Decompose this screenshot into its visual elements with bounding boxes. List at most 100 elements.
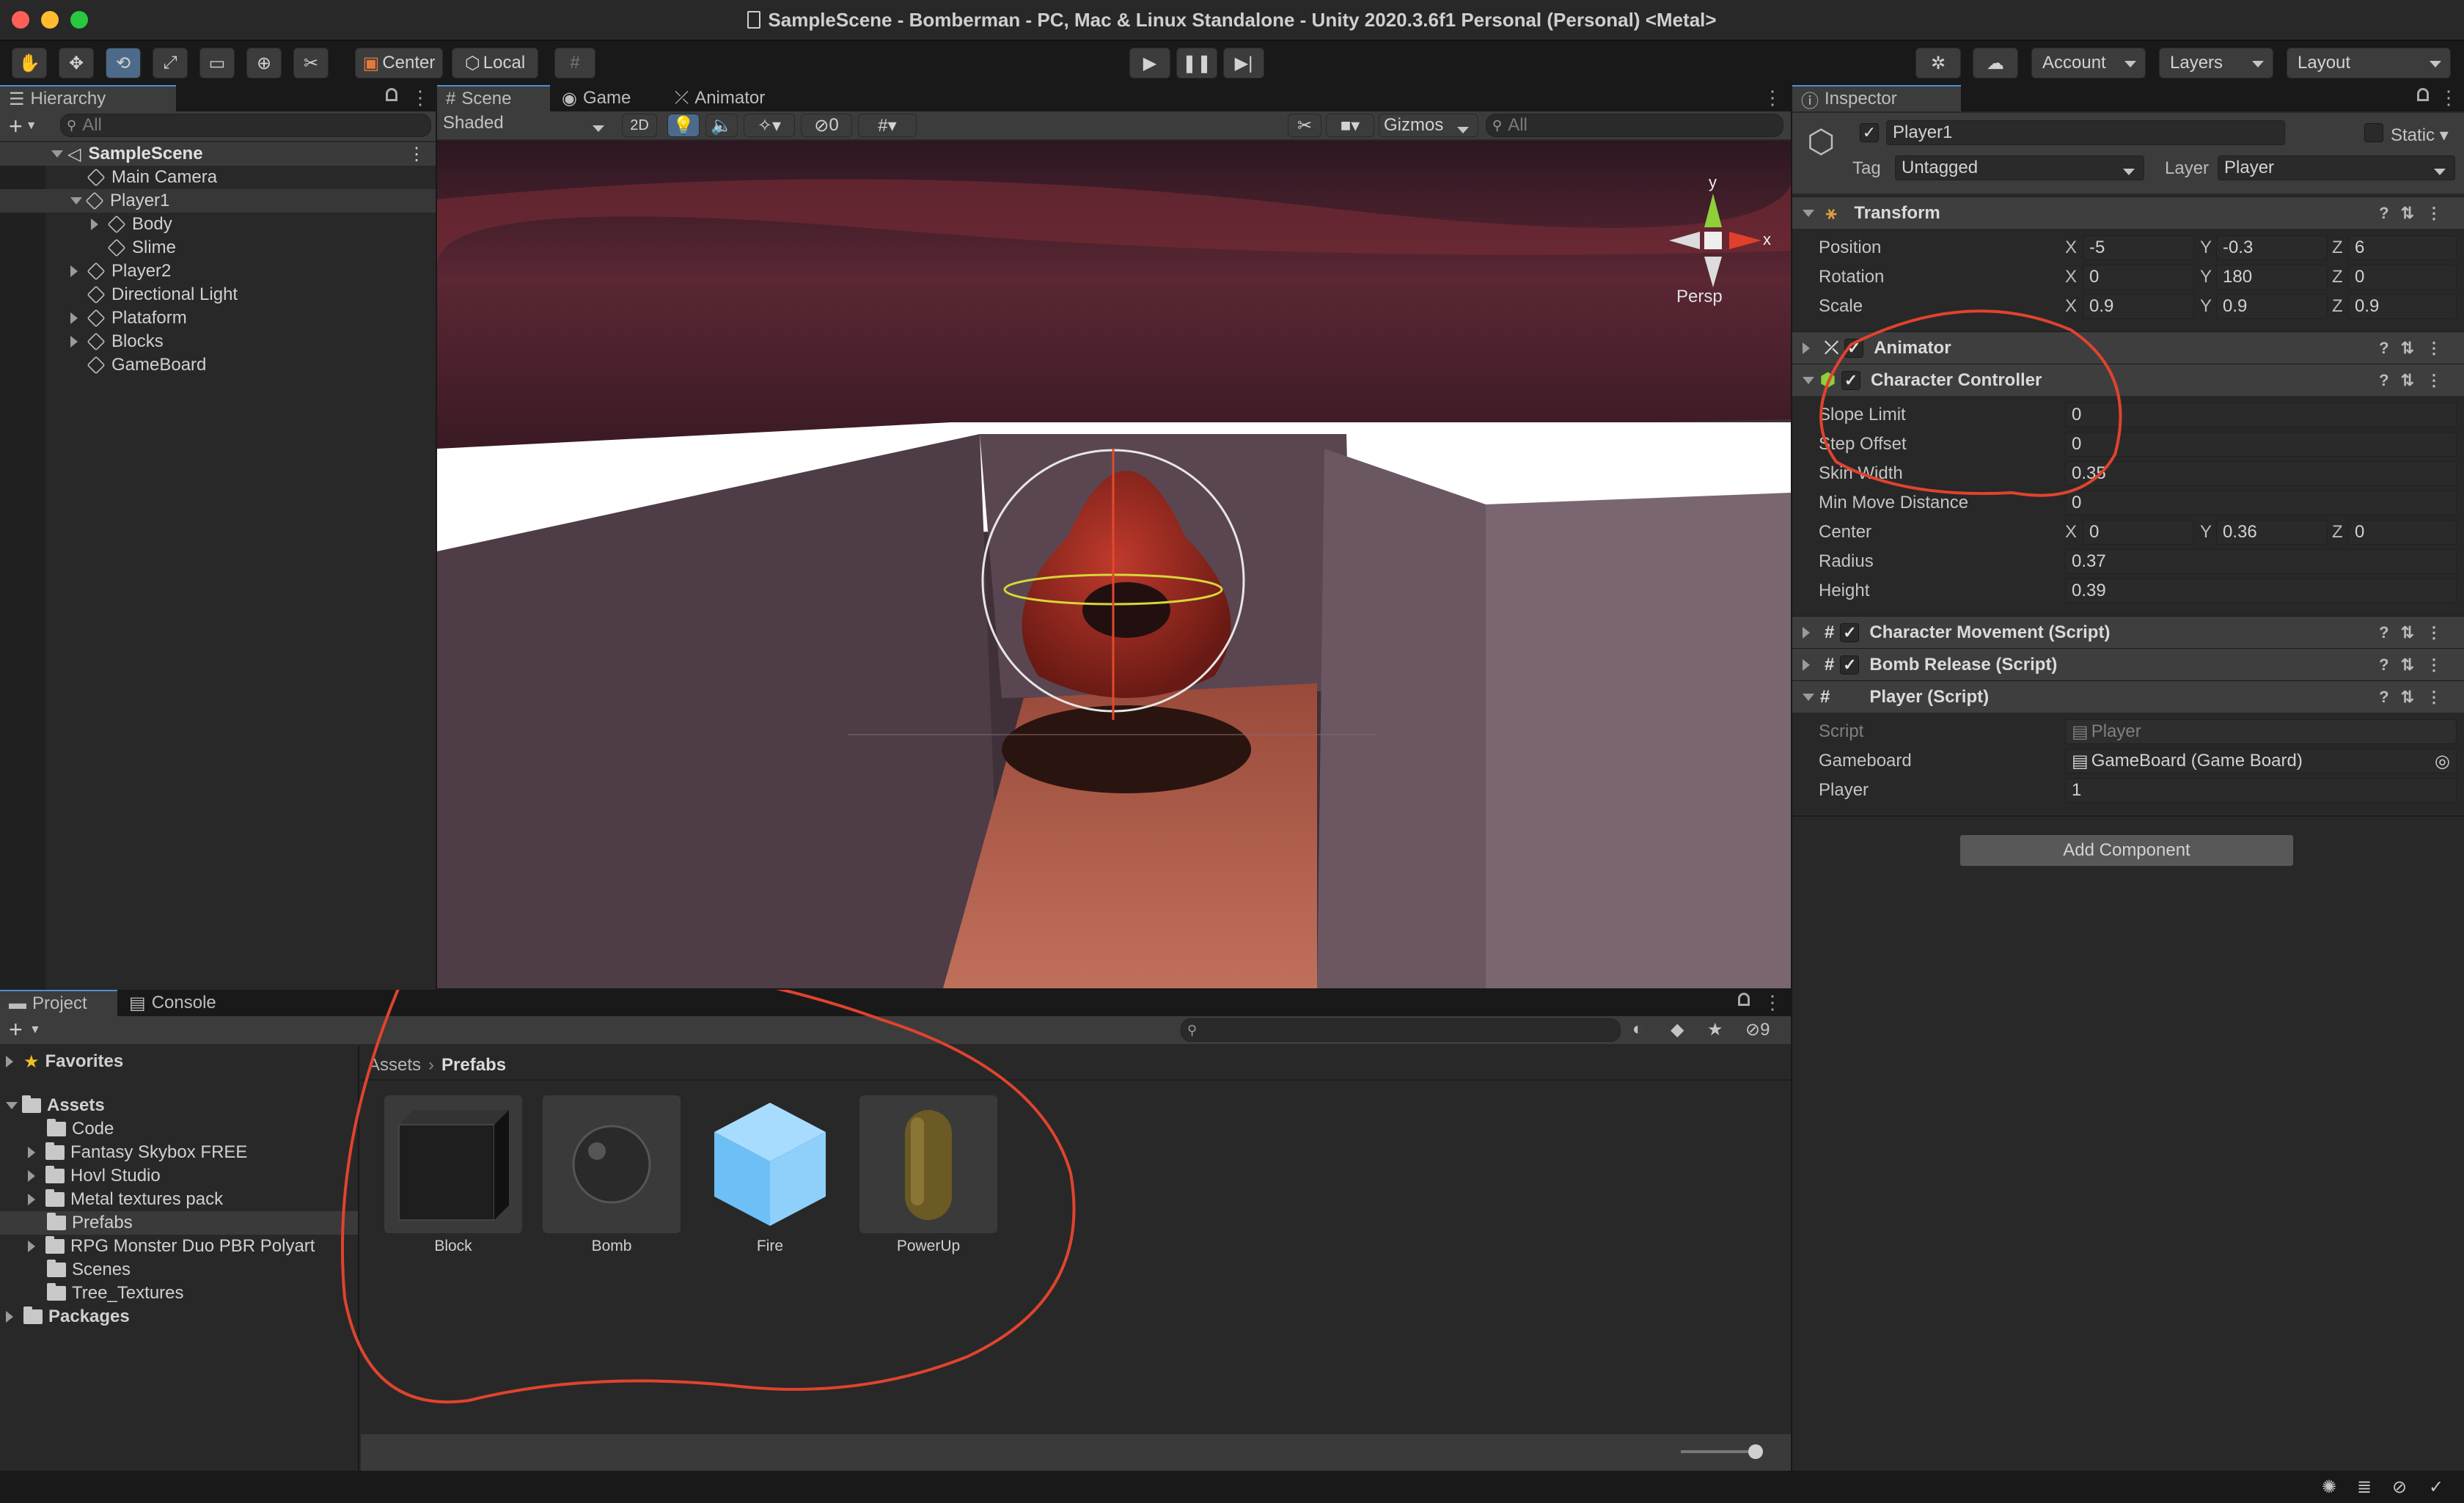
hand-tool-button[interactable]: ✋ [12,48,47,78]
filter-type-icon[interactable]: ◐ [1632,1019,1643,1040]
expand-arrow-icon[interactable] [51,150,63,163]
tag-dropdown[interactable]: Untagged [1895,155,2144,180]
grid-snap-button[interactable]: # [554,48,595,78]
active-checkbox[interactable]: ✓ [1860,123,1879,142]
hierarchy-item[interactable]: Player1 [0,189,436,213]
rotation-y-field[interactable]: 180 [2216,265,2328,290]
lighting-toggle-button[interactable]: 💡 [667,114,700,137]
audio-toggle-button[interactable]: 🔈 [705,114,738,137]
skin-width-field[interactable]: 0.35 [2065,461,2457,486]
filter-label-icon[interactable]: ◆ [1671,1019,1684,1040]
more-icon[interactable]: ⋮ [1763,87,1782,109]
folder-item[interactable]: Scenes [0,1258,358,1282]
cloud-button[interactable]: ☁ [1973,48,2018,78]
expand-arrow-icon[interactable] [6,1056,19,1067]
expand-arrow-icon[interactable] [1803,342,1816,354]
2d-toggle-button[interactable]: 2D [622,114,657,137]
lock-icon[interactable] [386,88,397,101]
hidden-objects-toggle[interactable]: ⊘ 0 [801,114,852,137]
player-number-field[interactable]: 1 [2065,778,2457,803]
scene-viewport[interactable]: y x Persp [437,141,1791,988]
expand-arrow-icon[interactable] [1803,209,1814,223]
character-controller-header[interactable]: ⬢ ✓ Character Controller ?⇅⋮ [1792,364,2464,396]
component-options-icons[interactable]: ?⇅⋮ [2379,204,2454,223]
object-picker-icon[interactable]: ◎ [2435,751,2450,772]
collab-button[interactable]: ✲ [1915,48,1961,78]
hierarchy-item[interactable]: Directional Light [0,283,436,306]
chevron-down-icon[interactable]: ▼ [26,120,37,133]
hierarchy-scene-row[interactable]: ◁ SampleScene ⋮ [0,142,436,166]
tab-console[interactable]: ▤ Console [120,990,238,1016]
tab-inspector[interactable]: ⓘ Inspector [1792,85,1961,111]
expand-arrow-icon[interactable] [1803,658,1816,671]
bomb-release-header[interactable]: # ✓ Bomb Release (Script) ?⇅⋮ [1792,648,2464,680]
expand-arrow-icon[interactable] [28,1241,41,1252]
projection-label[interactable]: Persp [1676,287,1723,306]
asset-fire[interactable] [701,1095,839,1233]
folder-item[interactable]: Fantasy Skybox FREE [0,1141,358,1164]
animator-header[interactable]: ⤫ ✓ Animator ?⇅⋮ [1792,331,2464,364]
breadcrumb-prefabs[interactable]: Prefabs [441,1055,506,1076]
rect-tool-button[interactable]: ▭ [199,48,235,78]
folder-item[interactable]: Hovl Studio [0,1164,358,1188]
folder-item[interactable]: Tree_Textures [0,1282,358,1305]
hierarchy-item[interactable]: Player2 [0,260,436,283]
animator-enabled-checkbox[interactable]: ✓ [1844,338,1864,358]
scene-search-input[interactable]: ⚲ All [1486,114,1783,137]
scale-y-field[interactable]: 0.9 [2216,294,2328,319]
component-options-icons[interactable]: ?⇅⋮ [2379,688,2454,707]
controller-enabled-checkbox[interactable]: ✓ [1841,370,1860,390]
scale-z-field[interactable]: 0.9 [2348,294,2457,319]
layer-dropdown[interactable]: Player [2218,155,2455,180]
move-tool-button[interactable]: ✥ [59,48,94,78]
shading-mode-dropdown[interactable]: Shaded [443,113,613,138]
expand-arrow-icon[interactable] [1803,626,1816,639]
account-dropdown[interactable]: Account [2031,48,2146,78]
expand-arrow-icon[interactable] [28,1170,41,1182]
more-icon[interactable]: ⋮ [2439,87,2458,109]
height-field[interactable]: 0.39 [2065,578,2457,603]
lock-icon[interactable] [1738,993,1750,1006]
tab-scene[interactable]: # Scene [437,85,550,111]
radius-field[interactable]: 0.37 [2065,549,2457,574]
expand-arrow-icon[interactable] [91,218,104,230]
favorites-row[interactable]: ★ Favorites [0,1050,358,1073]
layers-dropdown[interactable]: Layers [2159,48,2273,78]
center-y-field[interactable]: 0.36 [2216,520,2328,545]
expand-arrow-icon[interactable] [1803,693,1814,707]
slider-handle[interactable] [1748,1444,1763,1459]
asset-bomb[interactable] [543,1095,681,1233]
effects-dropdown[interactable]: ✧▾ [744,114,795,137]
gizmos-dropdown[interactable]: Gizmos [1379,114,1478,137]
custom-tool-button[interactable]: ✂ [293,48,329,78]
scene-tools-button[interactable]: ✂ [1288,114,1321,137]
tab-game[interactable]: ◉ Game [553,85,663,111]
slope-limit-field[interactable]: 0 [2065,403,2457,427]
lock-icon[interactable] [2417,88,2429,101]
scale-x-field[interactable]: 0.9 [2083,294,2194,319]
add-icon[interactable]: + [9,1016,23,1043]
expand-arrow-icon[interactable] [70,265,84,277]
expand-arrow-icon[interactable] [70,197,82,210]
pivot-center-button[interactable]: ▣ Center [355,48,443,78]
transform-header[interactable]: ⚹ Transform ?⇅⋮ [1792,196,2464,229]
hierarchy-item[interactable]: Slime [0,236,436,260]
hierarchy-item[interactable]: Body [0,213,436,236]
folder-item[interactable]: Metal textures pack [0,1188,358,1211]
add-icon[interactable]: + [9,113,23,140]
component-options-icons[interactable]: ?⇅⋮ [2379,371,2454,390]
static-dropdown[interactable]: Static ▾ [2391,125,2449,146]
movement-enabled-checkbox[interactable]: ✓ [1840,622,1860,642]
check-circle-icon[interactable]: ✓ [2429,1477,2443,1498]
expand-arrow-icon[interactable] [6,1311,19,1323]
camera-dropdown[interactable]: ■▾ [1326,114,1374,137]
pause-button[interactable]: ❚❚ [1176,48,1217,78]
character-movement-header[interactable]: # ✓ Character Movement (Script) ?⇅⋮ [1792,616,2464,648]
static-checkbox[interactable] [2364,123,2383,142]
thumbnail-size-slider[interactable] [1681,1450,1754,1453]
component-options-icons[interactable]: ?⇅⋮ [2379,339,2454,358]
expand-arrow-icon[interactable] [70,336,84,348]
bomb-enabled-checkbox[interactable]: ✓ [1840,655,1860,675]
hierarchy-item[interactable]: Plataform [0,306,436,330]
breadcrumb-assets[interactable]: Assets [368,1055,421,1076]
